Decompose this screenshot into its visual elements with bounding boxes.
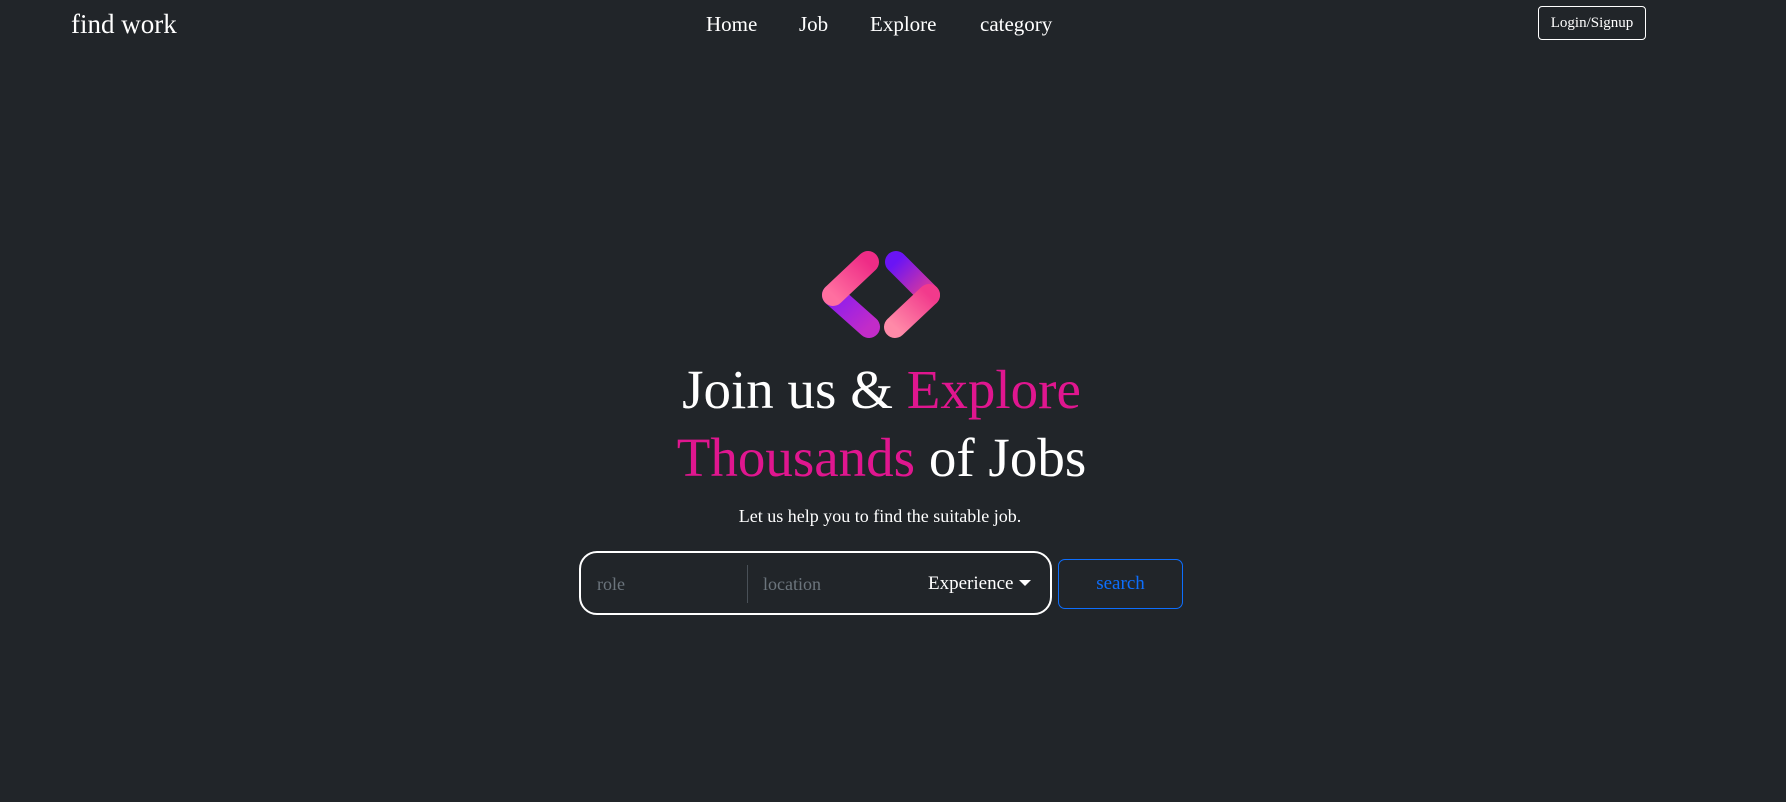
job-search-form: Experience [579,551,1052,615]
role-input[interactable] [597,566,737,602]
nav-item-explore[interactable]: Explore [870,8,936,40]
experience-dropdown[interactable]: Experience [928,566,1032,602]
nav-item-job[interactable]: Job [799,8,828,40]
hero-subtitle: Let us help you to find the suitable job… [738,506,1022,526]
main-nav: Home Job Explore category [0,8,1786,40]
login-signup-button[interactable]: Login/Signup [1538,6,1646,40]
headline-line-2: Thousands of Jobs [0,424,1763,492]
search-button[interactable]: search [1058,559,1183,609]
headline-text: of Jobs [915,427,1087,488]
caret-down-icon [1019,580,1032,586]
headline-text: Join us & [682,359,907,420]
nav-item-home[interactable]: Home [706,8,757,40]
experience-label: Experience [928,573,1014,594]
search-divider [747,565,748,603]
hero-headline: Join us & Explore Thousands of Jobs [0,356,1763,492]
headline-line-1: Join us & Explore [0,356,1763,424]
headline-accent-text: Thousands [676,427,916,488]
location-input[interactable] [763,566,913,602]
nav-item-category[interactable]: category [980,8,1052,40]
code-brackets-icon [822,251,940,338]
headline-accent-text: Explore [906,359,1081,420]
